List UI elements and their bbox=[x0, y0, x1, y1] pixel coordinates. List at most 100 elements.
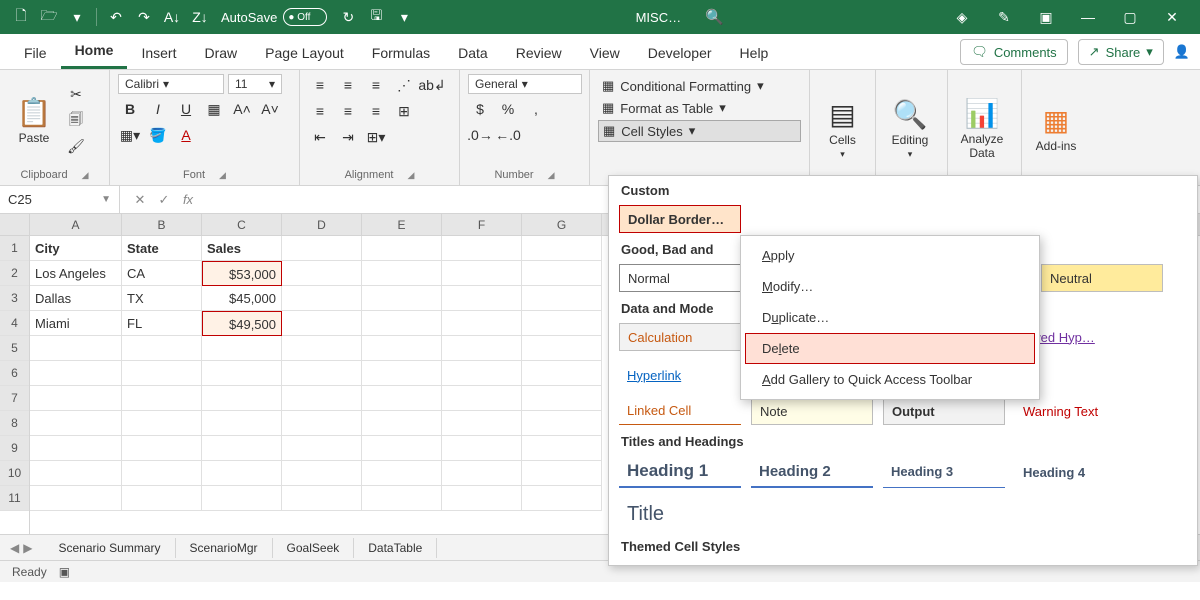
cell[interactable]: $45,000 bbox=[202, 286, 282, 311]
fx-icon[interactable]: fx bbox=[176, 192, 200, 207]
bold-button[interactable]: B bbox=[118, 98, 142, 120]
cancel-formula-icon[interactable]: ✕ bbox=[128, 192, 152, 208]
style-hyperlink[interactable]: Hyperlink bbox=[619, 361, 689, 389]
wrap-text-icon[interactable]: ab↲ bbox=[420, 74, 444, 96]
sheet-tab[interactable]: DataTable bbox=[354, 538, 437, 558]
align-center-icon[interactable]: ≡ bbox=[336, 100, 360, 122]
cell[interactable] bbox=[522, 436, 602, 461]
conditional-formatting-button[interactable]: ▦ Conditional Formatting ▾ bbox=[598, 76, 801, 96]
new-file-icon[interactable]: 🗋 bbox=[8, 4, 34, 30]
style-calculation[interactable]: Calculation bbox=[619, 323, 741, 351]
row-header[interactable]: 5 bbox=[0, 336, 29, 361]
present-icon[interactable]: ▣ bbox=[1026, 4, 1066, 30]
cell[interactable] bbox=[282, 486, 362, 511]
style-heading-3[interactable]: Heading 3 bbox=[883, 456, 1005, 488]
style-title[interactable]: Title bbox=[619, 498, 679, 530]
editing-button[interactable]: 🔍Editing▾ bbox=[884, 74, 936, 183]
font-name-combo[interactable]: Calibri▾ bbox=[118, 74, 224, 94]
inc-decimal-icon[interactable]: .0→ bbox=[468, 124, 492, 146]
qat-more-icon[interactable]: ▾ bbox=[391, 4, 417, 30]
cell[interactable] bbox=[122, 486, 202, 511]
tab-review[interactable]: Review bbox=[502, 37, 576, 69]
cell[interactable] bbox=[282, 386, 362, 411]
cell[interactable] bbox=[362, 411, 442, 436]
cell[interactable] bbox=[122, 386, 202, 411]
border-button[interactable]: ▦ bbox=[202, 98, 226, 120]
format-painter-icon[interactable]: 🖌 bbox=[64, 136, 88, 158]
cell[interactable] bbox=[522, 411, 602, 436]
cell[interactable] bbox=[122, 436, 202, 461]
style-linked-cell[interactable]: Linked Cell bbox=[619, 397, 741, 425]
sheet-nav-prev-icon[interactable]: ◀ bbox=[10, 541, 19, 555]
save-icon[interactable]: ▾ bbox=[64, 4, 90, 30]
cell[interactable] bbox=[282, 411, 362, 436]
cell[interactable]: $49,500 bbox=[202, 311, 282, 336]
enter-formula-icon[interactable]: ✓ bbox=[152, 192, 176, 208]
cell[interactable]: TX bbox=[122, 286, 202, 311]
row-header[interactable]: 2 bbox=[0, 261, 29, 286]
merge-icon[interactable]: ⊞ bbox=[392, 100, 416, 122]
search-icon[interactable]: 🔍 bbox=[705, 8, 724, 26]
close-icon[interactable]: ✕ bbox=[1152, 4, 1192, 30]
cell[interactable] bbox=[442, 311, 522, 336]
redo2-icon[interactable]: ↻ bbox=[335, 4, 361, 30]
cell[interactable] bbox=[282, 336, 362, 361]
ctx-add-to-qat[interactable]: Add Gallery to Quick Access Toolbar bbox=[745, 364, 1035, 395]
tab-home[interactable]: Home bbox=[61, 34, 128, 69]
analyze-data-button[interactable]: 📊Analyze Data bbox=[956, 74, 1008, 183]
cell[interactable] bbox=[442, 386, 522, 411]
cell[interactable] bbox=[30, 361, 122, 386]
row-header[interactable]: 3 bbox=[0, 286, 29, 311]
cell[interactable] bbox=[362, 261, 442, 286]
row-header[interactable]: 1 bbox=[0, 236, 29, 261]
diamond-icon[interactable]: ◈ bbox=[942, 4, 982, 30]
sort-desc-icon[interactable]: Z↓ bbox=[187, 4, 213, 30]
share-button[interactable]: ↗ Share ▾ bbox=[1078, 39, 1164, 65]
grow-font-icon[interactable]: A˄ bbox=[230, 98, 254, 120]
cell[interactable] bbox=[442, 286, 522, 311]
select-all-corner[interactable] bbox=[0, 214, 29, 236]
column-header[interactable]: D bbox=[282, 214, 362, 235]
column-header[interactable]: B bbox=[122, 214, 202, 235]
comments-button[interactable]: 🗨 Comments bbox=[960, 39, 1067, 65]
cell[interactable] bbox=[442, 461, 522, 486]
merge-dd-icon[interactable]: ⊞▾ bbox=[364, 126, 388, 148]
paste-button[interactable]: 📋 Paste bbox=[8, 74, 60, 167]
tab-help[interactable]: Help bbox=[726, 37, 783, 69]
cell[interactable] bbox=[522, 386, 602, 411]
fill-color-icon[interactable]: 🪣 bbox=[146, 124, 170, 146]
addins-button[interactable]: ▦Add-ins bbox=[1030, 74, 1082, 183]
cell[interactable] bbox=[362, 386, 442, 411]
font-size-combo[interactable]: 11▾ bbox=[228, 74, 282, 94]
tab-draw[interactable]: Draw bbox=[190, 37, 251, 69]
cell[interactable] bbox=[362, 486, 442, 511]
redo-icon[interactable]: ↷ bbox=[131, 4, 157, 30]
ctx-apply[interactable]: Apply bbox=[745, 240, 1035, 271]
cell[interactable] bbox=[202, 361, 282, 386]
cell[interactable] bbox=[442, 361, 522, 386]
row-header[interactable]: 11 bbox=[0, 486, 29, 511]
cell[interactable] bbox=[442, 336, 522, 361]
shrink-font-icon[interactable]: A˅ bbox=[258, 98, 282, 120]
name-box[interactable]: C25▼ bbox=[0, 186, 120, 213]
restore-icon[interactable]: ▢ bbox=[1110, 4, 1150, 30]
align-top-icon[interactable]: ≡ bbox=[308, 74, 332, 96]
cell[interactable] bbox=[442, 236, 522, 261]
cell[interactable] bbox=[282, 261, 362, 286]
ctx-duplicate[interactable]: Duplicate… bbox=[745, 302, 1035, 333]
align-bottom-icon[interactable]: ≡ bbox=[364, 74, 388, 96]
sheet-tab[interactable]: Scenario Summary bbox=[44, 538, 175, 558]
macro-record-icon[interactable]: ▣ bbox=[59, 565, 70, 579]
ctx-modify[interactable]: Modify… bbox=[745, 271, 1035, 302]
row-header[interactable]: 9 bbox=[0, 436, 29, 461]
tab-page-layout[interactable]: Page Layout bbox=[251, 37, 358, 69]
row-header[interactable]: 7 bbox=[0, 386, 29, 411]
row-header[interactable]: 8 bbox=[0, 411, 29, 436]
cell[interactable] bbox=[442, 261, 522, 286]
cell[interactable] bbox=[30, 436, 122, 461]
cell[interactable] bbox=[202, 336, 282, 361]
cell[interactable] bbox=[362, 236, 442, 261]
cell[interactable] bbox=[122, 461, 202, 486]
cell[interactable]: Los Angeles bbox=[30, 261, 122, 286]
column-header[interactable]: C bbox=[202, 214, 282, 235]
